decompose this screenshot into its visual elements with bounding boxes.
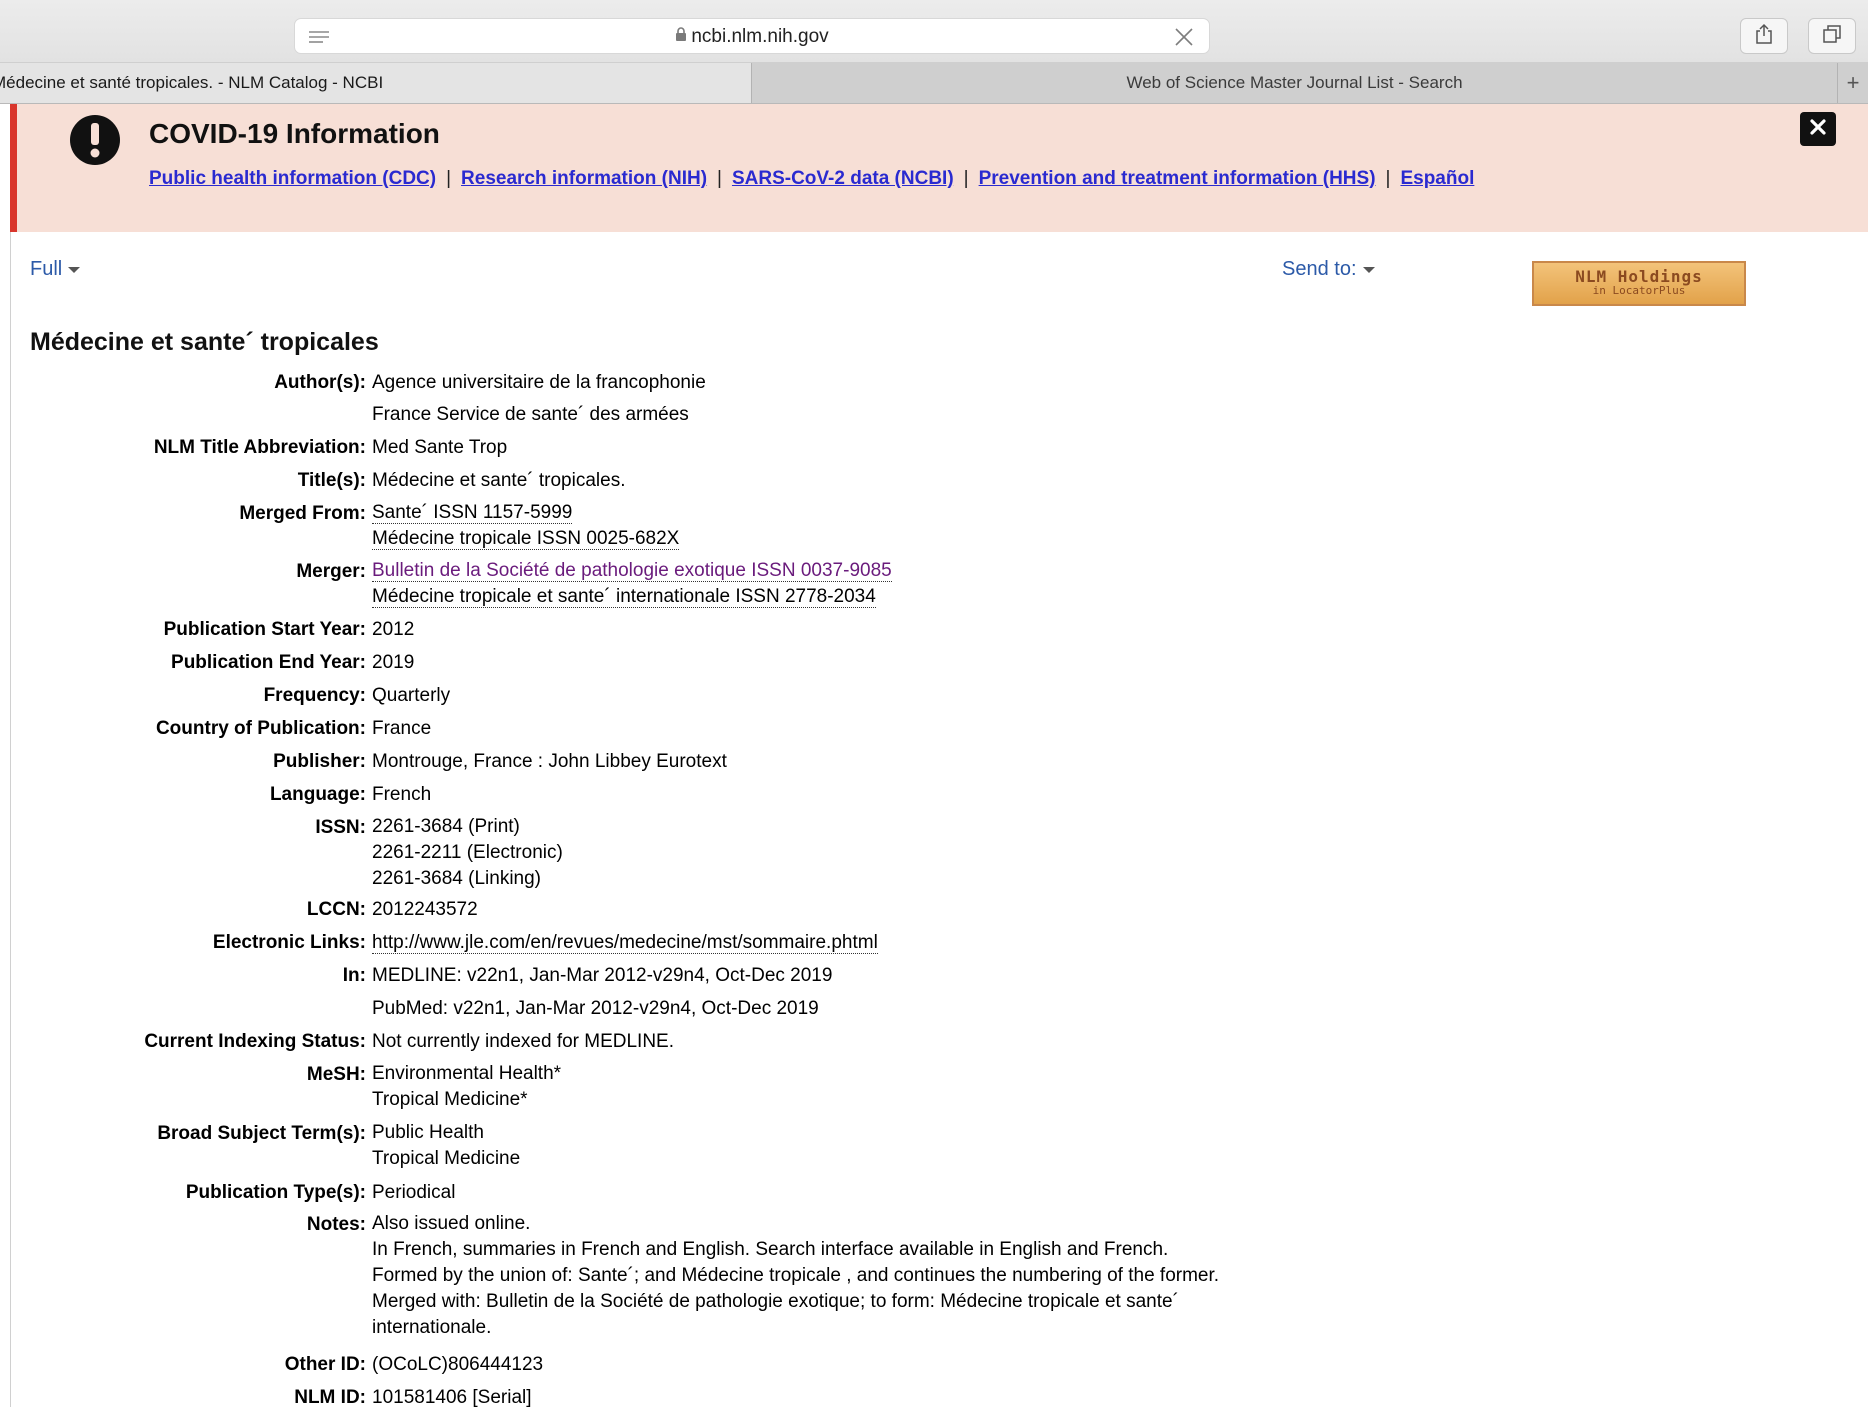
chevron-down-icon bbox=[1362, 266, 1375, 273]
field-authors: Author(s): Agence universitaire de la fr… bbox=[274, 372, 706, 425]
field-issn: ISSN: 2261-3684 (Print) 2261-2211 (Electr… bbox=[315, 816, 563, 889]
field-publication-type: Publication Type(s): Periodical bbox=[185, 1182, 456, 1203]
field-mesh: MeSH: Environmental Health* Tropical Medi… bbox=[306, 1063, 562, 1110]
tabs-overview-button[interactable] bbox=[1808, 18, 1856, 54]
field-titles: Title(s): Médecine et sante´ tropicales. bbox=[297, 470, 626, 491]
banner-links: Public health information (CDC) | Research… bbox=[149, 168, 1475, 189]
field-title-abbreviation: NLM Title Abbreviation: Med Sante Trop bbox=[153, 437, 508, 458]
field-nlm-id: NLM ID: 101581406 [Serial] bbox=[294, 1387, 532, 1408]
cdc-link[interactable]: Public health information (CDC) bbox=[149, 168, 436, 189]
nih-link[interactable]: Research information (NIH) bbox=[461, 168, 707, 189]
tab-nlm-catalog[interactable]: Médecine et santé tropicales. - NLM Cata… bbox=[0, 63, 752, 103]
merged-from-link[interactable]: Sante´ ISSN 1157-5999 bbox=[372, 502, 573, 524]
hhs-link[interactable]: Prevention and treatment information (HH… bbox=[979, 168, 1376, 189]
field-notes: Notes: Also issued online. In French, sum… bbox=[306, 1213, 1220, 1338]
field-indexing-status: Current Indexing Status: Not currently i… bbox=[144, 1031, 675, 1052]
field-end-year: Publication End Year: 2019 bbox=[171, 652, 415, 673]
chevron-down-icon bbox=[68, 266, 81, 273]
share-button[interactable] bbox=[1740, 18, 1788, 54]
close-icon bbox=[1809, 118, 1827, 141]
electronic-link[interactable]: http://www.jle.com/en/revues/medecine/ms… bbox=[372, 932, 878, 954]
field-in: In: MEDLINE: v22n1, Jan-Mar 2012-v29n4, … bbox=[342, 965, 833, 1019]
nlm-holdings-button[interactable]: NLM Holdings in LocatorPlus bbox=[1532, 261, 1746, 306]
stop-loading-icon[interactable] bbox=[1173, 26, 1195, 48]
espanol-link[interactable]: Español bbox=[1400, 168, 1474, 189]
covid-banner: COVID-19 Information Public health infor… bbox=[10, 104, 1868, 232]
tab-bar: Médecine et santé tropicales. - NLM Cata… bbox=[0, 63, 1868, 104]
field-merged-from: Merged From: Sante´ ISSN 1157-5999 Médeci… bbox=[239, 502, 680, 550]
format-dropdown[interactable]: Full bbox=[30, 258, 81, 281]
address-bar[interactable]: ncbi.nlm.nih.gov bbox=[294, 18, 1210, 54]
field-frequency: Frequency: Quarterly bbox=[263, 685, 451, 706]
field-merger: Merger: Bulletin de la Société de pathol… bbox=[296, 560, 892, 608]
banner-title: COVID-19 Information bbox=[149, 118, 440, 149]
share-icon bbox=[1755, 23, 1773, 50]
field-broad-subject: Broad Subject Term(s): Public Health Trop… bbox=[157, 1122, 521, 1169]
merger-link[interactable]: Bulletin de la Société de pathologie exo… bbox=[372, 560, 892, 582]
field-electronic-links: Electronic Links: http://www.jle.com/en/… bbox=[212, 932, 878, 954]
url-text: ncbi.nlm.nih.gov bbox=[691, 26, 829, 48]
new-tab-button[interactable]: + bbox=[1838, 63, 1868, 103]
field-other-id: Other ID: (OCoLC)806444123 bbox=[284, 1354, 544, 1375]
send-to-dropdown[interactable]: Send to: bbox=[1282, 258, 1375, 281]
tabs-icon bbox=[1822, 24, 1842, 49]
field-publisher: Publisher: Montrouge, France : John Libb… bbox=[273, 751, 727, 772]
field-language: Language: French bbox=[269, 784, 432, 805]
tab-web-of-science[interactable]: Web of Science Master Journal List - Sea… bbox=[752, 63, 1838, 103]
record-title: Médecine et sante´ tropicales bbox=[30, 328, 379, 356]
merger-link[interactable]: Médecine tropicale et sante´ internation… bbox=[372, 586, 876, 608]
lock-icon bbox=[675, 19, 687, 55]
merged-from-link[interactable]: Médecine tropicale ISSN 0025-682X bbox=[372, 528, 680, 550]
close-banner-button[interactable] bbox=[1800, 112, 1836, 146]
field-start-year: Publication Start Year: 2012 bbox=[163, 619, 415, 640]
ncbi-link[interactable]: SARS-CoV-2 data (NCBI) bbox=[732, 168, 954, 189]
record-details: Author(s): Agence universitaire de la fr… bbox=[0, 369, 1400, 1417]
field-lccn: LCCN: 2012243572 bbox=[306, 899, 478, 920]
exclamation-icon bbox=[69, 114, 121, 166]
browser-toolbar: ncbi.nlm.nih.gov bbox=[0, 0, 1868, 63]
field-country: Country of Publication: France bbox=[155, 718, 432, 739]
